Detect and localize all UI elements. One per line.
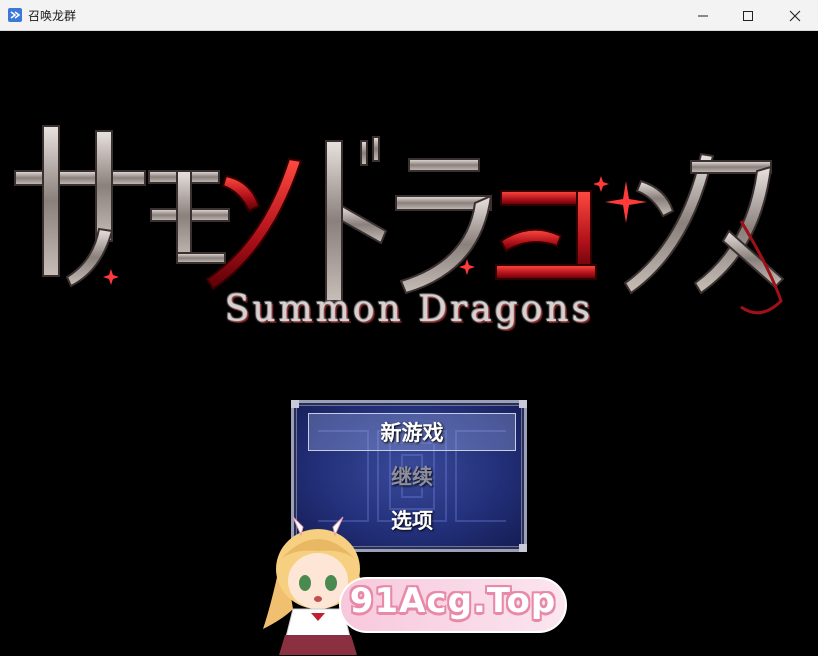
- window-titlebar[interactable]: 召唤龙群: [0, 0, 818, 31]
- game-subtitle: Summon Dragons: [224, 289, 594, 330]
- menu-corner: [519, 400, 527, 408]
- maximize-button[interactable]: [725, 0, 771, 31]
- close-icon: [789, 10, 801, 21]
- minimize-icon: [698, 15, 708, 16]
- maximize-icon: [743, 10, 753, 21]
- app-icon: [8, 8, 22, 22]
- watermark-text: 91Acg.Top: [349, 581, 557, 621]
- menu-new-game[interactable]: 新游戏: [308, 413, 516, 451]
- minimize-button[interactable]: [680, 0, 726, 31]
- menu-continue[interactable]: 继续: [308, 458, 516, 496]
- menu-corner: [519, 544, 527, 552]
- window-title: 召唤龙群: [28, 9, 77, 23]
- menu-corner: [291, 400, 299, 408]
- close-button[interactable]: [772, 0, 818, 31]
- game-canvas[interactable]: Summon Dragons 新游戏 继续 选项 91Acg.Top: [1, 31, 817, 655]
